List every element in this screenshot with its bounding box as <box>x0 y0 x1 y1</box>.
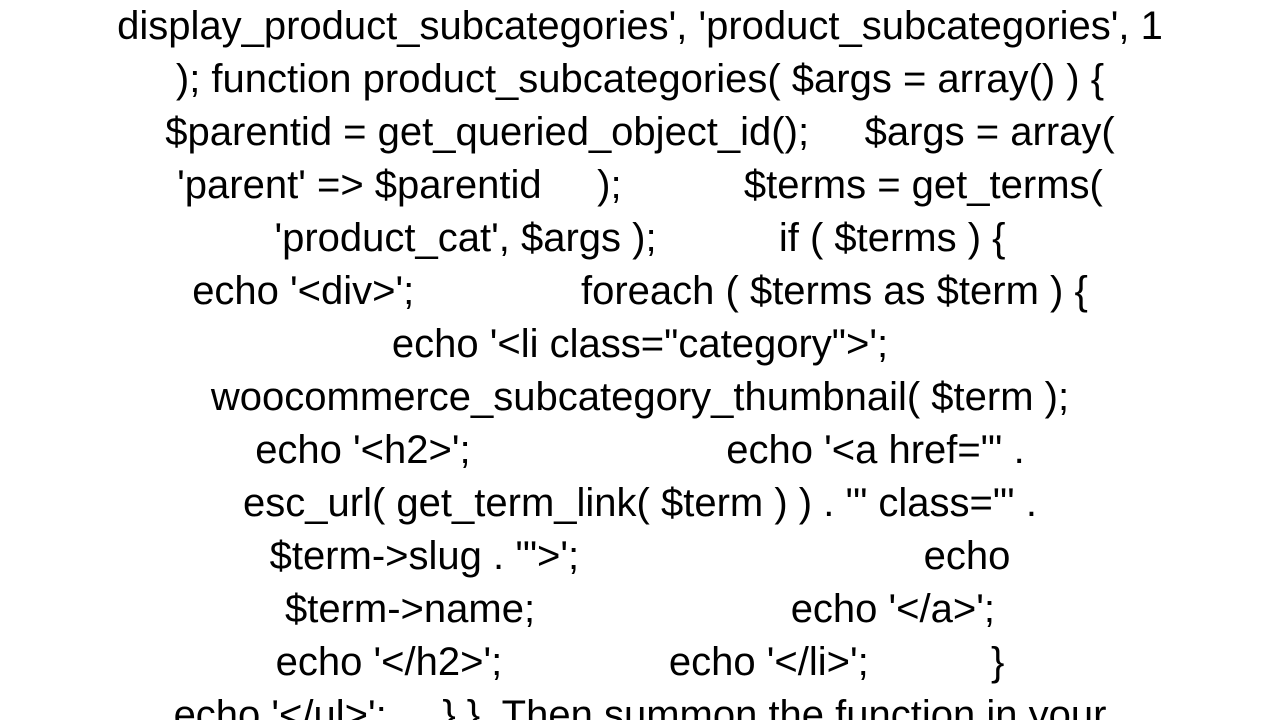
document-page: display_product_subcategories', 'product… <box>0 0 1280 720</box>
code-snippet-text: display_product_subcategories', 'product… <box>0 0 1280 720</box>
